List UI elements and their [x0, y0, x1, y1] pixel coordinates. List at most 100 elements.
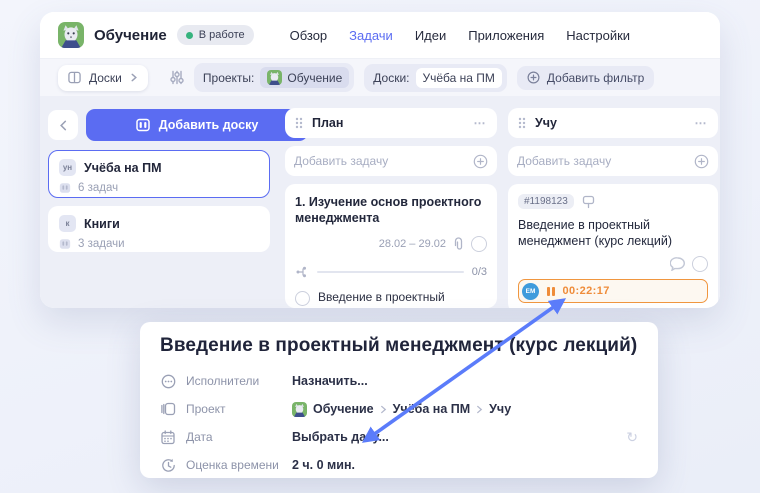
sidebar-board-knigi[interactable]: к Книги 3 задачи — [48, 206, 270, 252]
chevron-left-icon — [60, 120, 67, 130]
sidebar-board-ucheba[interactable]: ун Учёба на ПМ 6 задач — [48, 150, 270, 198]
board-title: Книги — [84, 216, 120, 231]
app-header: Обучение В работе Обзор Задачи Идеи Прил… — [40, 12, 720, 58]
add-task-input[interactable] — [294, 154, 467, 168]
plus-circle-icon[interactable] — [473, 154, 488, 169]
date-label: Дата — [186, 430, 213, 444]
status-badge[interactable]: В работе — [176, 25, 254, 45]
board-icon — [68, 71, 81, 84]
board-icon — [135, 118, 150, 132]
column-title: План — [312, 116, 344, 130]
filter-chip-projects-value[interactable]: Обучение — [260, 67, 350, 88]
date-row: Дата Выбрать дату... ↻ — [160, 423, 638, 451]
drag-handle-icon[interactable] — [295, 117, 303, 129]
column-plan: План ⋯ 1. Изучение основ проектного мене… — [285, 108, 497, 308]
chevron-right-icon — [131, 73, 137, 82]
tab-settings[interactable]: Настройки — [566, 28, 630, 43]
workspace-logo-icon — [58, 22, 84, 48]
task-detail-panel: Введение в проектный менеджмент (курс ле… — [140, 322, 658, 478]
project-logo-icon — [292, 401, 307, 417]
estimate-label: Оценка времени — [186, 458, 279, 472]
board-icon — [59, 183, 71, 193]
add-board-label: Добавить доску — [158, 118, 259, 132]
tab-overview[interactable]: Обзор — [290, 28, 328, 43]
assignees-label: Исполнители — [186, 374, 260, 388]
filter-chip-boards[interactable]: Доски: Учёба на ПМ — [364, 63, 507, 92]
tab-apps[interactable]: Приложения — [468, 28, 544, 43]
add-filter-label: Добавить фильтр — [546, 70, 645, 85]
timer-user-avatar: ЕМ — [522, 282, 539, 300]
breadcrumb-project[interactable]: Обучение — [313, 402, 374, 416]
sidebar-collapse-button[interactable] — [48, 110, 78, 140]
tab-ideas[interactable]: Идеи — [415, 28, 446, 43]
time-estimate-icon — [160, 458, 176, 473]
board-task-count: 3 задачи — [78, 238, 125, 250]
tab-tasks[interactable]: Задачи — [349, 28, 393, 43]
assignees-value[interactable]: Назначить... — [292, 374, 368, 388]
board-title: Учёба на ПМ — [84, 160, 162, 175]
board-content: Добавить доску ун Учёба на ПМ 6 задач к … — [40, 96, 720, 308]
drag-handle-icon[interactable] — [518, 117, 526, 129]
app-window: Обучение В работе Обзор Задачи Идеи Прил… — [40, 12, 720, 308]
breadcrumb-column[interactable]: Учу — [489, 402, 511, 416]
plus-circle-icon — [527, 71, 540, 84]
project-logo-icon — [267, 70, 283, 85]
add-task-field-plan[interactable] — [285, 146, 497, 176]
add-task-field-uchu[interactable] — [508, 146, 718, 176]
status-label: В работе — [198, 29, 245, 41]
task-date-range[interactable]: 28.02 – 29.02 — [379, 238, 446, 250]
add-task-input[interactable] — [517, 154, 688, 168]
subtask-item[interactable]: Введение в проектный менеджмент (курс ле… — [295, 290, 487, 308]
project-row: Проект Обучение Учёба на ПМ Учу — [160, 395, 638, 423]
subtask-progress-count: 0/3 — [471, 266, 487, 278]
assignee-placeholder-icon[interactable] — [692, 256, 708, 272]
comment-icon[interactable] — [670, 257, 686, 271]
task-detail-title: Введение в проектный менеджмент (курс ле… — [160, 335, 638, 356]
assignees-row: Исполнители Назначить... — [160, 367, 638, 395]
board-flag-icon — [582, 195, 594, 208]
paperclip-icon — [454, 237, 463, 250]
task-card-uchu[interactable]: #1198123 Введение в проектный менеджмент… — [508, 184, 718, 308]
filter-chip-projects[interactable]: Проекты: Обучение — [193, 63, 355, 92]
add-board-button[interactable]: Добавить доску — [86, 109, 308, 141]
task-title: Введение в проектный менеджмент (курс ле… — [518, 218, 672, 248]
filter-chip-boards-label: Доски: — [373, 70, 410, 85]
filter-chip-boards-value[interactable]: Учёба на ПМ — [415, 67, 502, 88]
task-title: 1. Изучение основ проектного менеджмента — [295, 195, 482, 225]
status-dot-icon — [185, 31, 193, 39]
task-card-plan[interactable]: 1. Изучение основ проектного менеджмента… — [285, 184, 497, 308]
column-plan-header[interactable]: План ⋯ — [285, 108, 497, 138]
breadcrumb-board[interactable]: Учёба на ПМ — [393, 402, 471, 416]
column-uchu: Учу ⋯ #1198123 Введение в проектный мене… — [508, 108, 718, 308]
column-menu-button[interactable]: ⋯ — [474, 116, 488, 130]
timer-badge[interactable]: ЕМ 00:22:17 — [518, 279, 708, 303]
pause-icon[interactable] — [547, 286, 555, 296]
boards-view-button[interactable]: Доски — [58, 64, 148, 91]
main-nav: Обзор Задачи Идеи Приложения Настройки — [290, 28, 630, 43]
filter-chip-boards-text: Учёба на ПМ — [422, 70, 495, 85]
smiley-icon — [160, 374, 176, 389]
subtask-progress-bar — [317, 271, 464, 273]
recurrence-icon[interactable]: ↻ — [626, 429, 638, 446]
chevron-right-icon — [380, 405, 386, 413]
calendar-icon — [160, 429, 176, 445]
date-value[interactable]: Выбрать дату... — [292, 430, 389, 444]
add-filter-button[interactable]: Добавить фильтр — [516, 65, 655, 90]
board-initials-badge: ун — [59, 159, 76, 176]
filter-chip-projects-label: Проекты: — [202, 70, 255, 85]
project-label: Проект — [186, 402, 226, 416]
filters-sliders-icon[interactable] — [170, 70, 184, 85]
assignee-placeholder-icon[interactable] — [471, 236, 487, 252]
plus-circle-icon[interactable] — [694, 154, 709, 169]
board-icon — [59, 239, 71, 249]
timer-value: 00:22:17 — [562, 285, 610, 297]
estimate-value[interactable]: 2 ч. 0 мин. — [292, 458, 355, 472]
chevron-right-icon — [477, 405, 483, 413]
project-breadcrumb: Обучение Учёба на ПМ Учу — [292, 401, 511, 417]
task-id-badge: #1198123 — [518, 194, 574, 209]
project-icon — [160, 402, 176, 416]
column-menu-button[interactable]: ⋯ — [695, 116, 709, 130]
subtask-checkbox[interactable] — [295, 291, 310, 306]
column-uchu-header[interactable]: Учу ⋯ — [508, 108, 718, 138]
column-title: Учу — [535, 116, 557, 130]
